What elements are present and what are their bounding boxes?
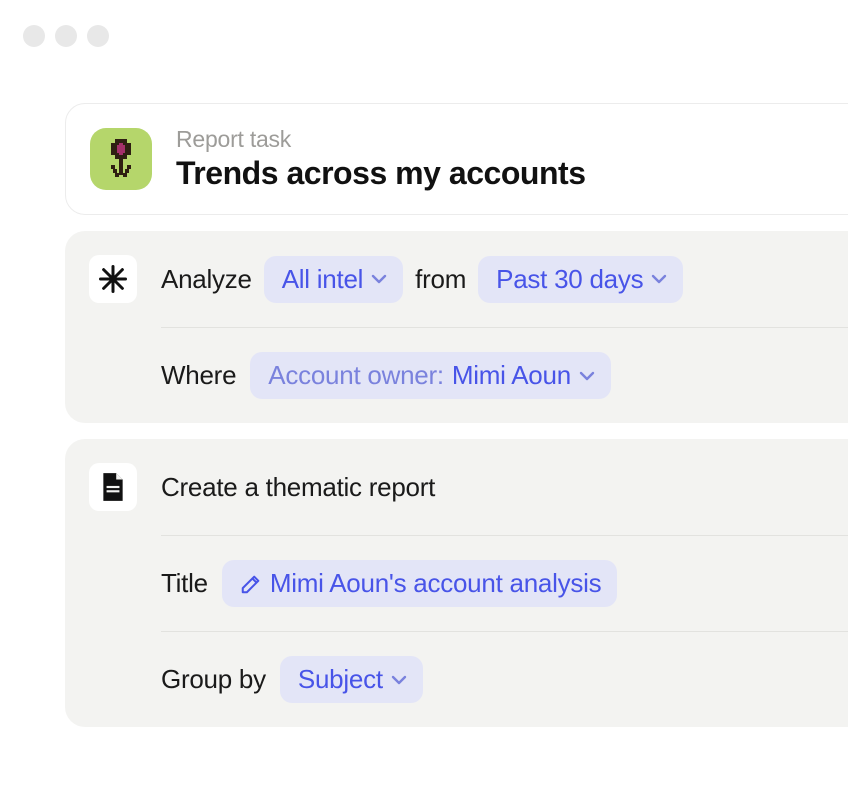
chevron-down-icon [651, 273, 667, 285]
where-filter-value: Mimi Aoun [452, 360, 571, 391]
asterisk-icon [98, 264, 128, 294]
report-title-edit[interactable]: Mimi Aoun's account analysis [222, 560, 618, 607]
analyze-source-dropdown[interactable]: All intel [264, 256, 403, 303]
report-icon-box [89, 463, 137, 511]
title-label: Title [161, 568, 208, 599]
window-dot [23, 25, 45, 47]
analyze-source-value: All intel [282, 264, 363, 295]
chevron-down-icon [391, 674, 407, 686]
window-dot [87, 25, 109, 47]
analyze-icon-box [89, 255, 137, 303]
report-section: Create a thematic report Title Mimi Aoun… [65, 439, 848, 727]
window-controls [0, 0, 848, 47]
report-eyebrow: Report task [176, 126, 586, 153]
divider [161, 631, 848, 632]
flower-icon [102, 137, 140, 181]
report-header-card: Report task Trends across my accounts [65, 103, 848, 215]
where-label: Where [161, 360, 236, 391]
analyze-timeframe-value: Past 30 days [496, 264, 643, 295]
divider [161, 327, 848, 328]
report-heading: Create a thematic report [161, 472, 435, 503]
divider [161, 535, 848, 536]
report-title: Trends across my accounts [176, 155, 586, 192]
where-filter-dropdown[interactable]: Account owner: Mimi Aoun [250, 352, 611, 399]
analyze-timeframe-dropdown[interactable]: Past 30 days [478, 256, 683, 303]
chevron-down-icon [371, 273, 387, 285]
where-filter-key: Account owner: [268, 360, 444, 391]
report-title-value: Mimi Aoun's account analysis [270, 568, 602, 599]
document-icon [100, 472, 126, 502]
chevron-down-icon [579, 370, 595, 382]
report-avatar-tile [90, 128, 152, 190]
window-dot [55, 25, 77, 47]
analyze-section: Analyze All intel from Past 30 days Wher… [65, 231, 848, 423]
groupby-dropdown[interactable]: Subject [280, 656, 423, 703]
analyze-label: Analyze [161, 264, 252, 295]
groupby-value: Subject [298, 664, 383, 695]
groupby-label: Group by [161, 664, 266, 695]
analyze-from-word: from [415, 264, 466, 295]
pencil-icon [240, 573, 262, 595]
